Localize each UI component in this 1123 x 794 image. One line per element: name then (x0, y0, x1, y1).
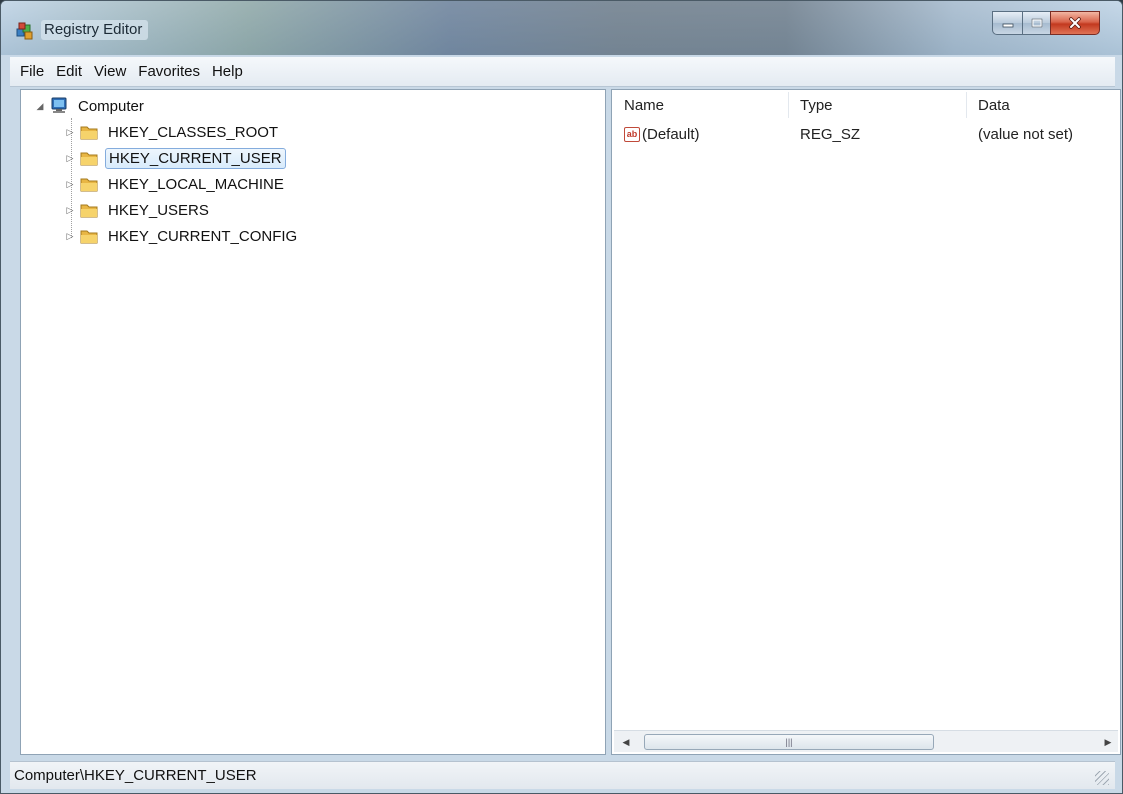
tree-label-key: HKEY_LOCAL_MACHINE (108, 175, 284, 193)
column-header-type[interactable]: Type (800, 97, 833, 114)
folder-icon (80, 126, 98, 140)
tree-item-hkey-classes-root[interactable]: ▷ HKEY_CLASSES_ROOT (65, 120, 281, 144)
folder-icon (80, 204, 98, 218)
tree-item-computer[interactable]: ◢ Computer (35, 94, 147, 118)
horizontal-scrollbar[interactable]: ◀ ||| ▶ (614, 730, 1118, 752)
tree-label-computer: Computer (78, 97, 144, 115)
column-divider[interactable] (788, 92, 789, 118)
status-bar: Computer\HKEY_CURRENT_USER (10, 761, 1115, 789)
menu-favorites[interactable]: Favorites (132, 61, 206, 82)
expand-triangle-icon[interactable]: ▷ (65, 231, 75, 241)
scroll-right-arrow-icon[interactable]: ▶ (1100, 734, 1116, 750)
list-row[interactable]: ab (Default) REG_SZ (value not set) (612, 124, 1120, 148)
column-header-data[interactable]: Data (978, 97, 1010, 114)
title-bar[interactable]: Registry Editor (1, 1, 1122, 55)
value-type: REG_SZ (800, 126, 861, 143)
tree-item-hkey-current-user[interactable]: ▷ HKEY_CURRENT_USER (65, 146, 286, 170)
status-path: Computer\HKEY_CURRENT_USER (14, 767, 257, 784)
expand-triangle-icon[interactable]: ▷ (65, 179, 75, 189)
folder-icon (80, 230, 98, 244)
minimize-button[interactable] (992, 11, 1022, 35)
value-data: (value not set) (978, 126, 1074, 143)
column-divider[interactable] (966, 92, 967, 118)
maximize-icon (1031, 18, 1042, 28)
close-button[interactable] (1050, 11, 1100, 35)
menu-help[interactable]: Help (206, 61, 249, 82)
caption-buttons (992, 11, 1100, 37)
resize-grip-icon[interactable] (1095, 771, 1109, 785)
tree-label-key: HKEY_CURRENT_CONFIG (108, 227, 298, 245)
list-header: Name Type Data (612, 90, 1120, 120)
menu-file[interactable]: File (14, 61, 50, 82)
expand-triangle-icon[interactable]: ▷ (65, 127, 75, 137)
value-name: (Default) (642, 126, 700, 143)
computer-icon (51, 97, 67, 113)
column-header-name[interactable]: Name (624, 97, 664, 114)
menu-bar: File Edit View Favorites Help (10, 57, 1115, 87)
tree-label-key: HKEY_USERS (108, 201, 209, 219)
folder-icon (80, 178, 98, 192)
tree-item-hkey-current-config[interactable]: ▷ HKEY_CURRENT_CONFIG (65, 224, 300, 248)
grip-lines-icon: ||| (785, 737, 793, 747)
menu-view[interactable]: View (88, 61, 132, 82)
expand-triangle-icon[interactable]: ▷ (65, 153, 75, 163)
close-icon (1069, 17, 1081, 29)
maximize-button[interactable] (1022, 11, 1050, 35)
folder-icon (80, 152, 98, 166)
tree-item-hkey-users[interactable]: ▷ HKEY_USERS (65, 198, 212, 222)
minimize-icon (1002, 23, 1013, 28)
expand-triangle-icon[interactable]: ▷ (65, 205, 75, 215)
window-title: Registry Editor (41, 20, 149, 40)
tree-label-key-selected: HKEY_CURRENT_USER (105, 147, 286, 169)
values-list-pane[interactable]: Name Type Data ab (Default) REG_SZ (valu… (611, 89, 1121, 755)
string-value-icon: ab (624, 127, 640, 142)
tree-item-hkey-local-machine[interactable]: ▷ HKEY_LOCAL_MACHINE (65, 172, 287, 196)
key-tree-pane[interactable]: ◢ Computer ▷ HKEY_CLASSES_ROOT ▷ HKEY_CU… (20, 89, 606, 755)
registry-editor-window: Registry Editor File Edit View Favorites… (0, 0, 1123, 794)
menu-edit[interactable]: Edit (50, 61, 88, 82)
collapse-triangle-icon[interactable]: ◢ (35, 101, 45, 111)
registry-editor-icon (16, 22, 33, 40)
scroll-left-arrow-icon[interactable]: ◀ (618, 734, 634, 750)
scroll-thumb[interactable]: ||| (644, 734, 934, 750)
tree-label-key: HKEY_CLASSES_ROOT (108, 123, 279, 141)
